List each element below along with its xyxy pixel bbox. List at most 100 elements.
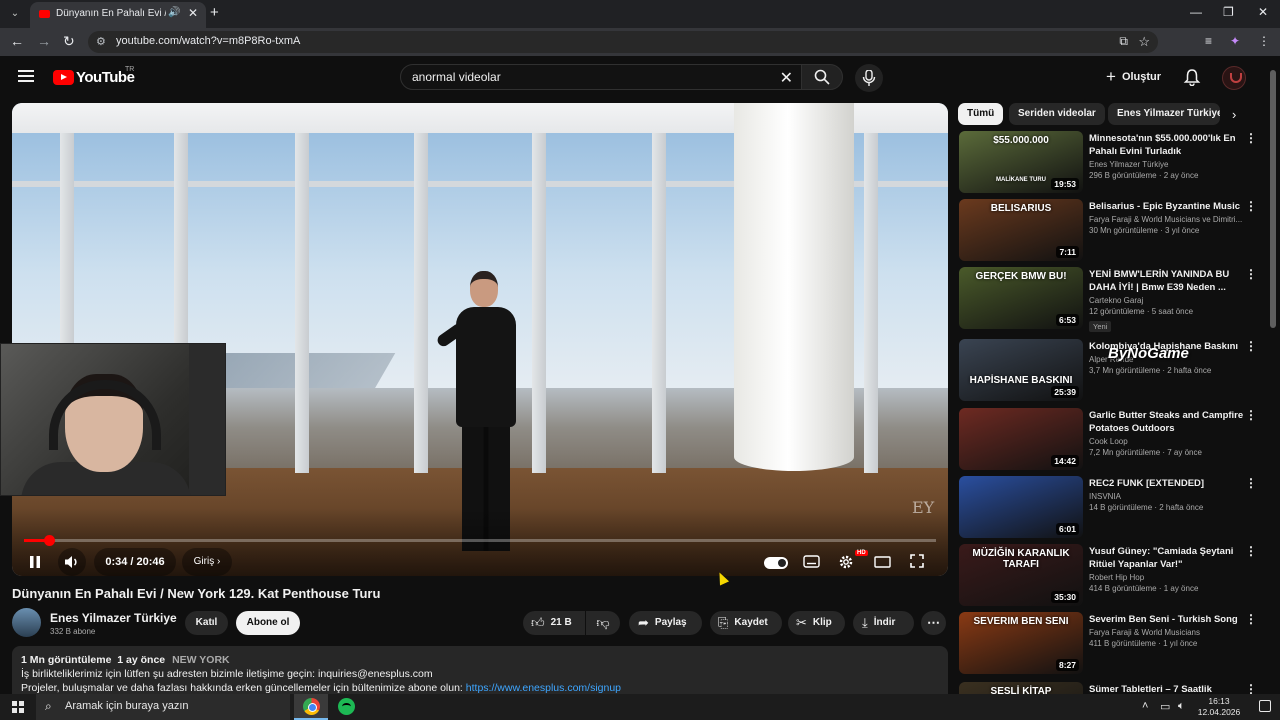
related-video-item[interactable]: GERÇEK BMW BU! 6:53 YENİ BMW'LERİN YANINDA… [958,267,1258,332]
hamburger-menu-icon[interactable] [18,70,34,82]
related-video-title[interactable]: Minnesota'nın $55.000.000'lık En Pahalı … [1089,132,1247,158]
related-channel-name[interactable]: Robert Hip Hop [1089,573,1247,582]
taskbar-search-input[interactable]: ⌕ Aramak için buraya yazın [36,694,290,720]
account-avatar[interactable] [1222,66,1246,90]
url-text[interactable]: youtube.com/watch?v=m8P8Ro-txmA [116,35,300,47]
more-vertical-icon[interactable]: ⋮ [1245,476,1257,490]
chip-all[interactable]: Tümü [958,103,1004,125]
volume-button[interactable] [58,548,86,576]
restore-icon[interactable]: ❐ [1223,5,1234,19]
more-vertical-icon[interactable]: ⋮ [1245,131,1257,145]
chapter-button[interactable]: Giriş › [182,548,232,576]
related-channel-name[interactable]: Farya Faraji & World Musicians [1089,628,1247,637]
more-vertical-icon[interactable]: ⋮ [1245,682,1257,694]
pause-icon[interactable] [28,555,42,569]
taskbar-spotify[interactable] [329,694,363,720]
related-video-title[interactable]: Severim Ben Seni - Turkish Song [1089,613,1247,626]
subtitles-icon[interactable] [803,555,820,568]
browser-tab[interactable]: Dünyanın En Pahalı Evi / New York 129. K… [30,2,206,28]
search-input[interactable]: anormal videolar ✕ [400,64,802,90]
more-vertical-icon[interactable]: ⋮ [1245,612,1257,626]
download-button[interactable]: ⤓ İndir [853,611,914,635]
video-player[interactable]: EY 0:34 / 20:46 Giriş › HD [12,103,948,576]
progress-bar[interactable] [24,535,936,546]
related-video-title[interactable]: Sümer Tabletleri – 7 Saatlik [1089,683,1247,694]
channel-name[interactable]: Enes Yilmazer Türkiye [50,611,177,625]
related-video-title[interactable]: Garlic Butter Steaks and Campfire Potato… [1089,409,1247,435]
subscribe-button[interactable]: Abone ol [236,611,300,635]
minimize-icon[interactable]: — [1190,5,1202,19]
related-video-title[interactable]: Yusuf Güney: "Camiada Şeytani Ritüel Yap… [1089,545,1247,571]
related-video-title[interactable]: Belisarius - Epic Byzantine Music [1089,200,1247,213]
related-video-item[interactable]: SEVERIM BEN SENI 8:27 Severim Ben Seni - T… [958,612,1258,676]
tab-close-icon[interactable]: ✕ [188,6,198,20]
more-vertical-icon[interactable]: ⋮ [1245,544,1257,558]
search-button[interactable] [801,64,843,90]
video-thumbnail[interactable]: 14:42 [959,408,1083,470]
video-thumbnail[interactable]: HAPİSHANE BASKINI 25:39 [959,339,1083,401]
save-button[interactable]: ⎘ Kaydet [710,611,782,635]
related-channel-name[interactable]: Farya Faraji & World Musicians ve Dimitr… [1089,215,1247,224]
new-tab-button[interactable]: + [210,4,219,21]
playlist-icon[interactable]: ≡ [1205,34,1212,48]
chip-channel[interactable]: Enes Yilmazer Türkiye [1108,103,1220,125]
page-scrollbar[interactable] [1270,70,1276,328]
scrubber-handle[interactable] [43,535,55,546]
close-window-icon[interactable]: ✕ [1258,5,1268,19]
channel-avatar[interactable] [12,608,41,637]
bookmark-star-icon[interactable]: ☆ [1138,34,1150,50]
location-tag[interactable]: NEW YORK [172,654,230,666]
video-thumbnail[interactable]: GERÇEK BMW BU! 6:53 [959,267,1083,329]
omnibox[interactable]: ⚙ youtube.com/watch?v=m8P8Ro-txmA ⧉ ☆ [88,31,1158,53]
related-video-item[interactable]: $55.000.000 MALİKANE TURU 19:53 Minnesota'n… [958,131,1258,195]
video-thumbnail[interactable]: BELISARIUS 7:11 [959,199,1083,261]
autoplay-toggle[interactable] [764,557,788,569]
related-video-item[interactable]: 14:42 Garlic Butter Steaks and Campfire P… [958,408,1258,472]
more-vertical-icon[interactable]: ⋮ [1245,339,1257,353]
chip-series[interactable]: Seriden videolar [1009,103,1105,125]
network-icon[interactable]: ▭ [1160,700,1170,713]
related-video-title[interactable]: REC2 FUNK [EXTENDED] [1089,477,1247,490]
tab-audio-icon[interactable]: 🔊 [168,7,180,18]
related-video-item[interactable]: BELISARIUS 7:11 Belisarius - Epic Byzantin… [958,199,1258,263]
related-channel-name[interactable]: Enes Yilmazer Türkiye [1089,160,1247,169]
related-channel-name[interactable]: INSVNIA [1089,492,1247,501]
search-query[interactable]: anormal videolar [412,70,501,84]
fullscreen-icon[interactable] [910,554,924,568]
video-thumbnail[interactable]: SEVERIM BEN SENI 8:27 [959,612,1083,674]
create-button[interactable]: + Oluştur [1098,65,1169,91]
related-channel-name[interactable]: Cartekno Garaj [1089,296,1247,305]
cast-icon[interactable]: ⧉ [1119,34,1128,49]
video-thumbnail[interactable]: 6:01 [959,476,1083,538]
chevron-right-icon[interactable]: › [1232,107,1236,122]
tray-chevron-up-icon[interactable]: ˄ [1142,700,1148,712]
chrome-menu-icon[interactable]: ⋮ [1258,34,1270,48]
site-info-icon[interactable]: ⚙ [96,35,106,48]
speaker-icon[interactable]: 🔈︎ [1178,700,1185,713]
windows-start-icon[interactable] [12,701,24,713]
taskbar-clock[interactable]: 16:13 12.04.2026 [1196,696,1242,718]
like-button[interactable]: 👍︎ 21 B [523,611,585,635]
video-thumbnail[interactable]: MÜZİĞİN KARANLIK TARAFI 35:30 [959,544,1083,606]
more-vertical-icon[interactable]: ⋮ [1245,408,1257,422]
related-channel-name[interactable]: Cook Loop [1089,437,1247,446]
more-vertical-icon[interactable]: ⋮ [1245,267,1257,281]
dislike-button[interactable]: 👎︎ [586,611,620,635]
theater-mode-icon[interactable] [874,556,891,568]
related-video-item[interactable]: 6:01 REC2 FUNK [EXTENDED] INSVNIA 14 B görü… [958,476,1258,540]
join-button[interactable]: Katıl [185,611,228,635]
more-actions-button[interactable]: ⋯ [921,611,946,635]
video-thumbnail[interactable]: SESLİ KİTAP [959,682,1083,694]
extension-icon[interactable]: ✦ [1230,34,1240,48]
voice-search-button[interactable] [855,64,883,92]
video-thumbnail[interactable]: $55.000.000 MALİKANE TURU 19:53 [959,131,1083,193]
share-button[interactable]: ➦ Paylaş [629,611,702,635]
back-arrow-icon[interactable]: ← [10,33,24,49]
notifications-bell-icon[interactable] [1183,68,1201,86]
taskbar-chrome[interactable] [294,694,328,720]
forward-arrow-icon[interactable]: → [37,33,51,49]
signup-link[interactable]: https://www.enesplus.com/signup [466,682,621,694]
settings-gear-icon[interactable] [838,554,854,570]
clear-search-icon[interactable]: ✕ [780,68,793,88]
notification-center-icon[interactable] [1259,700,1271,712]
